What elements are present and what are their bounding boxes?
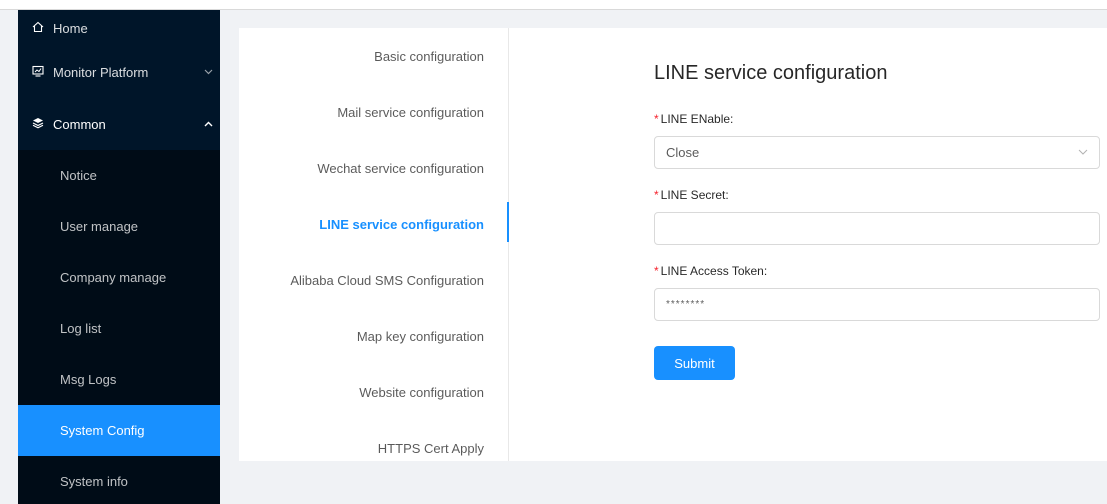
page-title: LINE service configuration [654,62,888,84]
required-mark: * [654,264,659,278]
required-mark: * [654,188,659,202]
enable-label-text: LINE ENable: [660,112,734,126]
enable-field-label: * LINE ENable: [654,112,1100,130]
secret-field-group: * LINE Secret: [654,188,1100,245]
submit-button[interactable]: Submit [654,346,735,380]
monitor-icon [31,65,45,80]
sidebar-item-system-config[interactable]: System Config [18,405,220,456]
required-mark: * [654,112,659,126]
sidebar-item-monitor-platform[interactable]: Monitor Platform [18,46,220,98]
menu-item-https-cert-apply[interactable]: HTTPS Cert Apply [239,420,508,476]
sidebar-item-user-manage[interactable]: User manage [18,201,220,252]
menu-item-wechat-service-configuration[interactable]: Wechat service configuration [239,140,508,196]
secret-field-label: * LINE Secret: [654,188,1100,206]
sidebar-item-system-info[interactable]: System info [18,456,220,504]
line-enable-value: Close [666,145,700,160]
layers-icon [31,117,45,132]
config-menu: Basic configuration Mail service configu… [239,28,509,461]
token-field-label: * LINE Access Token: [654,264,1100,282]
chevron-down-icon [1078,147,1088,158]
sidebar: Home Monitor Platform Common Notice User… [18,10,220,504]
line-secret-input[interactable] [654,212,1100,245]
sidebar-item-label: Common [53,116,106,132]
sidebar-item-label: Monitor Platform [53,64,149,80]
enable-field-group: * LINE ENable: Close [654,112,1100,169]
menu-item-mail-service-configuration[interactable]: Mail service configuration [239,84,508,140]
sidebar-item-log-list[interactable]: Log list [18,303,220,354]
chevron-up-icon [196,119,220,130]
sidebar-item-home[interactable]: Home [18,10,220,46]
common-submenu: Notice User manage Company manage Log li… [18,150,220,504]
top-bar [0,0,1107,10]
menu-item-website-configuration[interactable]: Website configuration [239,364,508,420]
token-label-text: LINE Access Token: [660,264,768,278]
line-access-token-input[interactable]: ******** [654,288,1100,321]
line-access-token-value: ******** [666,299,706,310]
menu-item-line-service-configuration[interactable]: LINE service configuration [239,196,509,252]
home-icon [31,21,45,36]
menu-item-basic-configuration[interactable]: Basic configuration [239,28,508,84]
secret-label-text: LINE Secret: [660,188,729,202]
chevron-down-icon [196,67,220,78]
menu-item-map-key-configuration[interactable]: Map key configuration [239,308,508,364]
sidebar-item-notice[interactable]: Notice [18,150,220,201]
line-config-form: LINE service configuration * LINE ENable:… [654,62,1100,380]
menu-item-alibaba-cloud-sms-configuration[interactable]: Alibaba Cloud SMS Configuration [239,252,508,308]
sidebar-item-label: Home [53,20,88,36]
token-field-group: * LINE Access Token: ******** [654,264,1100,321]
config-panel: Basic configuration Mail service configu… [239,28,1107,461]
sidebar-item-company-manage[interactable]: Company manage [18,252,220,303]
sidebar-item-common[interactable]: Common [18,98,220,150]
line-enable-select[interactable]: Close [654,136,1100,169]
sidebar-item-msg-logs[interactable]: Msg Logs [18,354,220,405]
